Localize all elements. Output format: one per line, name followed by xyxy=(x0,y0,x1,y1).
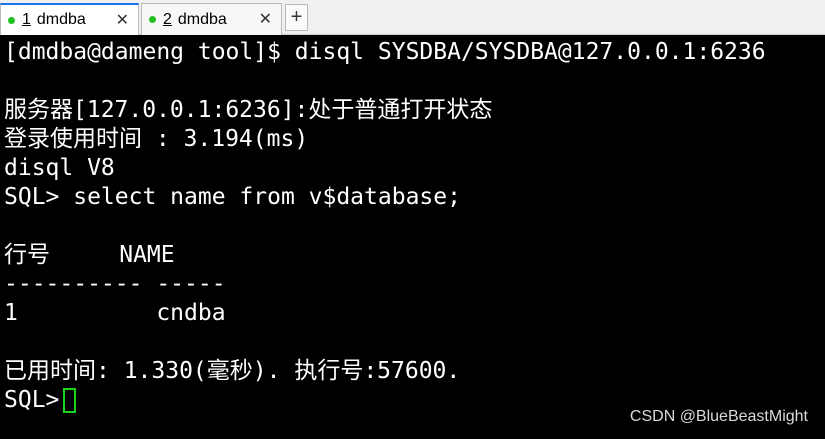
terminal-line: 行号 NAME xyxy=(4,242,175,268)
close-icon[interactable]: ✕ xyxy=(116,10,129,30)
terminal-line: ---------- ----- xyxy=(4,271,226,297)
tab-bar: 1 dmdba ✕ 2 dmdba ✕ + xyxy=(0,0,825,35)
tab-label: dmdba xyxy=(177,10,227,28)
terminal-output[interactable]: [dmdba@dameng tool]$ disql SYSDBA/SYSDBA… xyxy=(4,38,822,415)
new-tab-button[interactable]: + xyxy=(285,4,308,31)
session-status-dot xyxy=(149,16,156,23)
session-status-dot xyxy=(8,16,15,24)
tab-number: 2 xyxy=(163,10,172,28)
watermark: CSDN @BlueBeastMight xyxy=(629,408,808,425)
sql-prompt: SQL> xyxy=(4,387,60,413)
tab-label: dmdba xyxy=(36,11,86,28)
tab-session-1[interactable]: 1 dmdba ✕ xyxy=(0,3,139,35)
text-cursor xyxy=(63,388,77,413)
terminal-line: [dmdba@dameng tool]$ disql SYSDBA/SYSDBA… xyxy=(4,39,766,65)
terminal-line: 已用时间: 1.330(毫秒). 执行号:57600. xyxy=(4,358,461,384)
terminal-line: 登录使用时间 : 3.194(ms) xyxy=(4,126,309,152)
terminal-line: 服务器[127.0.0.1:6236]:处于普通打开状态 xyxy=(4,97,493,123)
terminal-line: 1 cndba xyxy=(4,300,226,326)
tab-session-2[interactable]: 2 dmdba ✕ xyxy=(141,3,282,35)
terminal-line: disql V8 xyxy=(4,155,115,181)
close-icon[interactable]: ✕ xyxy=(259,9,272,29)
terminal-line: SQL> select name from v$database; xyxy=(4,184,461,210)
tab-number: 1 xyxy=(22,11,31,28)
